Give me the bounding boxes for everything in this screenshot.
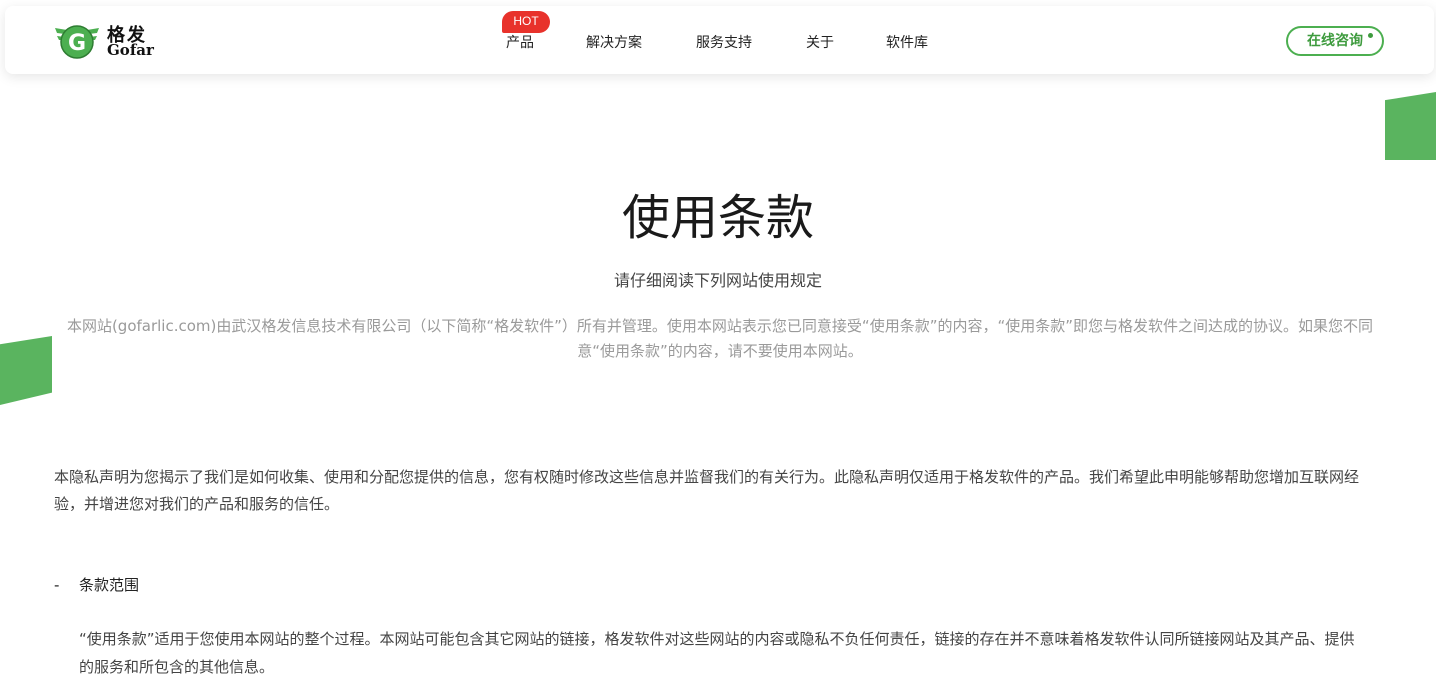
intro-paragraph: 本网站(gofarlic.com)由武汉格发信息技术有限公司（以下简称“格发软件…: [66, 317, 1374, 360]
section-body: “使用条款”适用于您使用本网站的整个过程。本网站可能包含其它网站的链接，格发软件…: [79, 630, 1355, 676]
section-heading: - 条款范围: [54, 574, 139, 595]
nav-item-support[interactable]: 服务支持: [696, 32, 752, 52]
logo-g-icon: G: [55, 25, 99, 59]
decorative-green-shape-left: [0, 336, 52, 405]
section-heading-text: 条款范围: [79, 576, 140, 594]
page-subtitle: 请仔细阅读下列网站使用规定: [613, 271, 822, 290]
nav-item-about[interactable]: 关于: [806, 32, 834, 52]
nav-item-solutions[interactable]: 解决方案: [586, 32, 642, 52]
nav-item-products[interactable]: 产品: [506, 32, 534, 52]
page-title: 使用条款: [621, 190, 814, 246]
online-consult-button[interactable]: 在线咨询: [1286, 26, 1384, 56]
nav-item-software-library[interactable]: 软件库: [886, 32, 928, 52]
logo-name-en: Gofar: [107, 41, 154, 59]
hot-badge: HOT: [502, 11, 550, 33]
privacy-paragraph: 本隐私声明为您揭示了我们是如何收集、使用和分配您提供的信息，您有权随时修改这些信…: [54, 468, 1360, 513]
online-dot-icon: [1368, 33, 1373, 38]
section-dash: -: [54, 576, 60, 594]
site-header: G 格发 Gofar HOT 产品 解决方案 服务支持 关于 软件库 在线咨询: [5, 6, 1434, 74]
consult-label: 在线咨询: [1307, 33, 1363, 49]
logo-letter: G: [68, 31, 86, 56]
decorative-green-shape-right: [1385, 92, 1436, 160]
gofar-logo[interactable]: G 格发 Gofar: [53, 18, 163, 64]
